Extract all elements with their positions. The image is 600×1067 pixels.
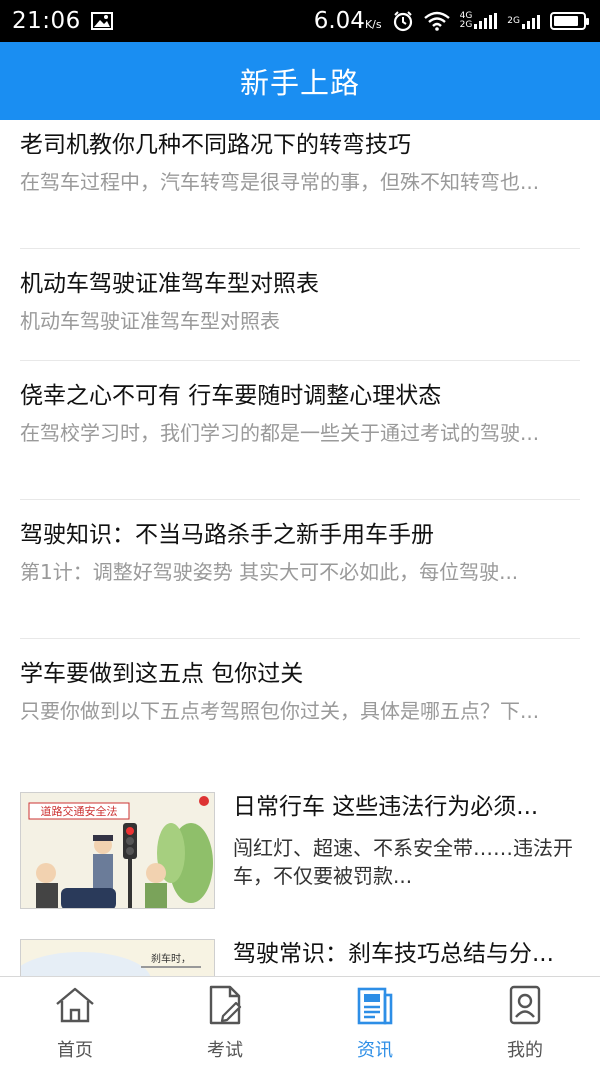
tab-home[interactable]: 首页 <box>0 977 150 1067</box>
image-list-item[interactable]: 刹车时， 驾驶常识：刹车技巧总结与分... <box>20 927 580 976</box>
list-item[interactable]: 老司机教你几种不同路况下的转弯技巧 在驾车过程中，汽车转弯是很寻常的事，但殊不知… <box>20 120 580 249</box>
tab-news[interactable]: 资讯 <box>300 977 450 1067</box>
status-bar: 21:06 6.04K/s 4G 2G 2G <box>0 0 600 42</box>
thumbnail-caption: 道路交通安全法 <box>41 804 118 818</box>
article-thumbnail: 刹车时， <box>20 939 215 976</box>
page-title: 新手上路 <box>239 66 360 100</box>
list-item[interactable]: 机动车驾驶证准驾车型对照表 机动车驾驶证准驾车型对照表 <box>20 249 580 361</box>
article-summary: 机动车驾驶证准驾车型对照表 <box>20 309 280 333</box>
alarm-icon <box>392 10 414 32</box>
battery-icon <box>550 12 589 30</box>
exam-icon <box>203 983 247 1036</box>
tab-label: 考试 <box>207 1039 243 1061</box>
article-title: 机动车驾驶证准驾车型对照表 <box>20 271 319 297</box>
net-speed-unit: K/s <box>364 18 382 31</box>
image-notification-icon <box>90 12 113 30</box>
article-title: 驾驶常识：刹车技巧总结与分... <box>233 941 554 967</box>
tab-label: 我的 <box>507 1039 543 1061</box>
thumbnail-caption: 刹车时， <box>151 952 191 965</box>
article-title: 学车要做到这五点 包你过关 <box>20 661 304 687</box>
status-time: 21:06 <box>12 8 81 34</box>
net-speed-value: 6.04 <box>313 8 365 34</box>
app-header: 新手上路 <box>0 42 600 120</box>
article-list[interactable]: 老司机教你几种不同路况下的转弯技巧 在驾车过程中，汽车转弯是很寻常的事，但殊不知… <box>0 120 600 976</box>
image-list-item[interactable]: 道路交通安全法 日常行车 这些违法行为必须... 闯红灯、超速、不系安全带……违… <box>20 777 580 927</box>
news-icon <box>353 983 397 1036</box>
profile-icon <box>503 983 547 1036</box>
article-summary: 闯红灯、超速、不系安全带……违法开车，不仅要被罚款... <box>233 836 573 888</box>
article-title: 侥幸之心不可有 行车要随时调整心理状态 <box>20 383 442 409</box>
sig-2g-label: 2G <box>459 20 473 30</box>
article-thumbnail: 道路交通安全法 <box>20 792 215 909</box>
tab-exam[interactable]: 考试 <box>150 977 300 1067</box>
signal-2g-icon: 2G <box>507 13 540 29</box>
sig-2g-label-2: 2G <box>507 15 520 26</box>
article-summary: 在驾校学习时，我们学习的都是一些关于通过考试的驾驶... <box>20 421 540 445</box>
bottom-tab-bar: 首页 考试 资讯 我的 <box>0 976 600 1067</box>
list-item[interactable]: 驾驶知识：不当马路杀手之新手用车手册 第1计：调整好驾驶姿势 其实大可不必如此，… <box>20 500 580 639</box>
article-summary: 第1计：调整好驾驶姿势 其实大可不必如此，每位驾驶... <box>20 560 519 584</box>
home-icon <box>53 983 97 1036</box>
list-item[interactable]: 侥幸之心不可有 行车要随时调整心理状态 在驾校学习时，我们学习的都是一些关于通过… <box>20 361 580 500</box>
article-title: 驾驶知识：不当马路杀手之新手用车手册 <box>20 522 434 548</box>
article-summary: 只要你做到以下五点考驾照包你过关，具体是哪五点？下... <box>20 699 540 723</box>
net-speed: 6.04K/s <box>314 8 382 34</box>
wifi-icon <box>423 11 450 31</box>
article-title: 老司机教你几种不同路况下的转弯技巧 <box>20 132 411 158</box>
signal-4g-icon: 4G 2G <box>460 12 498 30</box>
tab-label: 资讯 <box>357 1039 393 1061</box>
list-item[interactable]: 学车要做到这五点 包你过关 只要你做到以下五点考驾照包你过关，具体是哪五点？下.… <box>20 639 580 777</box>
article-title: 日常行车 这些违法行为必须... <box>233 794 539 820</box>
tab-label: 首页 <box>57 1039 93 1061</box>
article-summary: 在驾车过程中，汽车转弯是很寻常的事，但殊不知转弯也... <box>20 170 540 194</box>
tab-profile[interactable]: 我的 <box>450 977 600 1067</box>
